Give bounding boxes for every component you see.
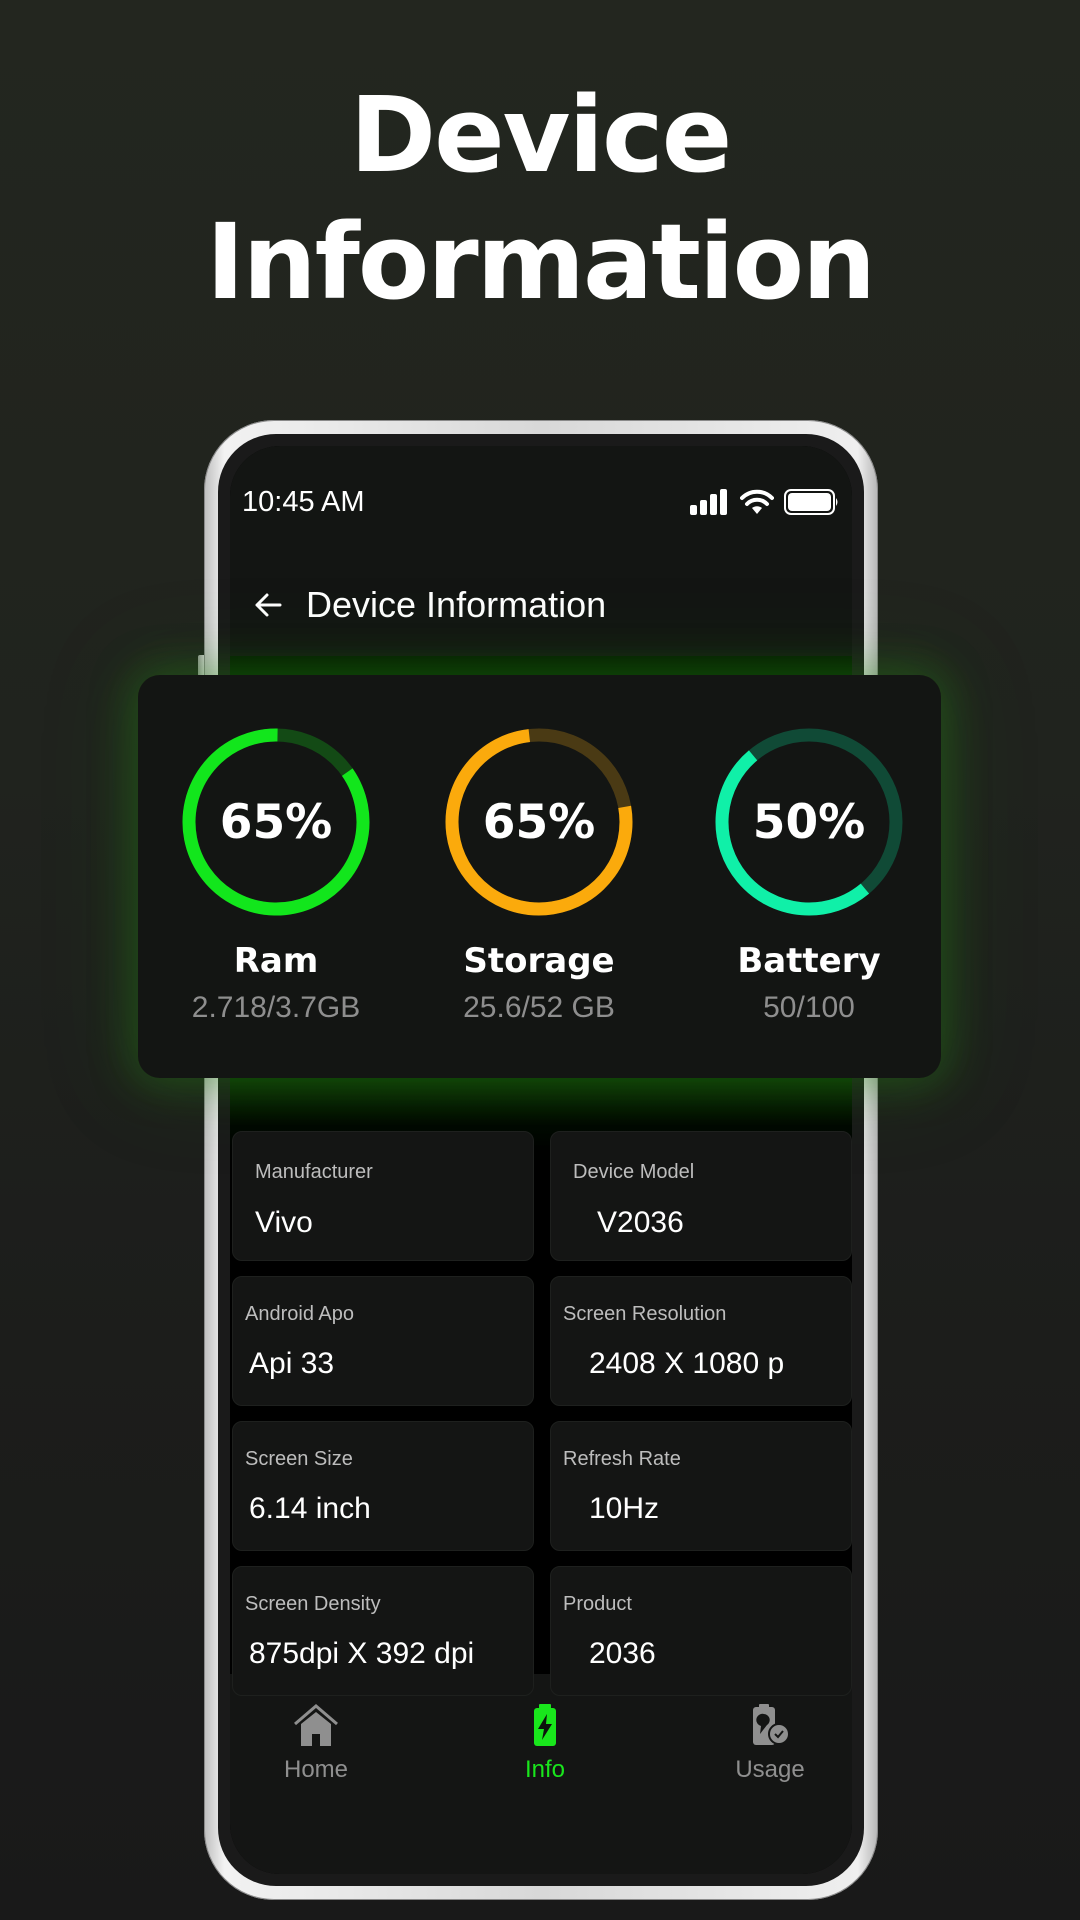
info-card-refresh-rate: Refresh Rate 10Hz [550,1421,852,1551]
status-icons [690,489,840,515]
info-value: 10Hz [589,1492,660,1525]
info-card-product: Product 2036 [550,1566,852,1696]
info-value: 6.14 inch [249,1492,371,1525]
ram-label: Ram [233,941,319,981]
nav-label-info: Info [524,1756,566,1783]
nav-label-usage: Usage [735,1756,805,1783]
info-label: Android Apo [245,1303,354,1325]
nav-item-usage[interactable]: Usage [710,1704,830,1784]
signal-icon [690,489,727,515]
info-card-device-model: Device Model V2036 [550,1131,852,1261]
status-time: 10:45 AM [242,485,365,518]
battery-charging-icon [534,1704,556,1746]
bottom-nav: Home Info Usage [230,1674,852,1874]
info-value: 875dpi X 392 dpi [249,1637,475,1670]
info-label: Manufacturer [255,1161,373,1183]
app-bar: 10:45 AM Device Information [230,446,852,656]
info-label: Refresh Rate [563,1448,681,1470]
info-card-screen-density: Screen Density 875dpi X 392 dpi [232,1566,534,1696]
info-card-manufacturer: Manufacturer Vivo [232,1131,534,1261]
ram-percent: 65% [219,794,333,850]
battery-label: Battery [737,941,881,981]
info-card-screen-size: Screen Size 6.14 inch [232,1421,534,1551]
page-title: Device Information [306,584,607,625]
ram-detail: 2.718/3.7GB [191,991,361,1024]
device-info-grid: Manufacturer Vivo Device Model V2036 And… [232,1131,852,1696]
arrow-left-icon[interactable] [252,589,284,621]
storage-percent: 65% [482,794,596,850]
nav-item-home[interactable]: Home [256,1704,376,1784]
headline-line-2: Information [205,201,876,323]
info-value: V2036 [597,1206,684,1239]
info-label: Screen Resolution [563,1303,727,1325]
info-value: 2408 X 1080 p [589,1347,785,1380]
storage-detail: 25.6/52 GB [463,991,615,1024]
wifi-icon [740,489,774,514]
home-icon [294,1704,338,1746]
info-label: Product [563,1593,632,1615]
stat-battery: 50% Battery 50/100 [679,725,939,1025]
app-title-row: Device Information [252,584,606,626]
battery-usage-clock-icon [753,1704,790,1745]
info-value: Api 33 [249,1347,335,1380]
info-card-android-api: Android Apo Api 33 [232,1276,534,1406]
promo-headline: Device Information [0,72,1080,326]
info-label: Device Model [573,1161,695,1183]
battery-percent: 50% [752,794,866,850]
stat-storage: 65% Storage 25.6/52 GB [409,725,669,1025]
info-value: Vivo [255,1206,313,1239]
headline-line-1: Device [349,74,733,196]
info-label: Screen Density [245,1593,381,1615]
battery-icon [784,489,838,515]
info-value: 2036 [589,1637,656,1670]
info-label: Screen Size [245,1448,353,1470]
nav-item-info[interactable]: Info [485,1704,605,1784]
info-card-screen-resolution: Screen Resolution 2408 X 1080 p [550,1276,852,1406]
battery-detail: 50/100 [763,991,855,1024]
status-bar: 10:45 AM [242,482,840,522]
storage-label: Storage [463,941,615,981]
stats-card: 65% Ram 2.718/3.7GB 65% Storage 25.6/52 … [138,675,941,1078]
nav-label-home: Home [283,1756,349,1783]
stat-ram: 65% Ram 2.718/3.7GB [146,725,406,1025]
